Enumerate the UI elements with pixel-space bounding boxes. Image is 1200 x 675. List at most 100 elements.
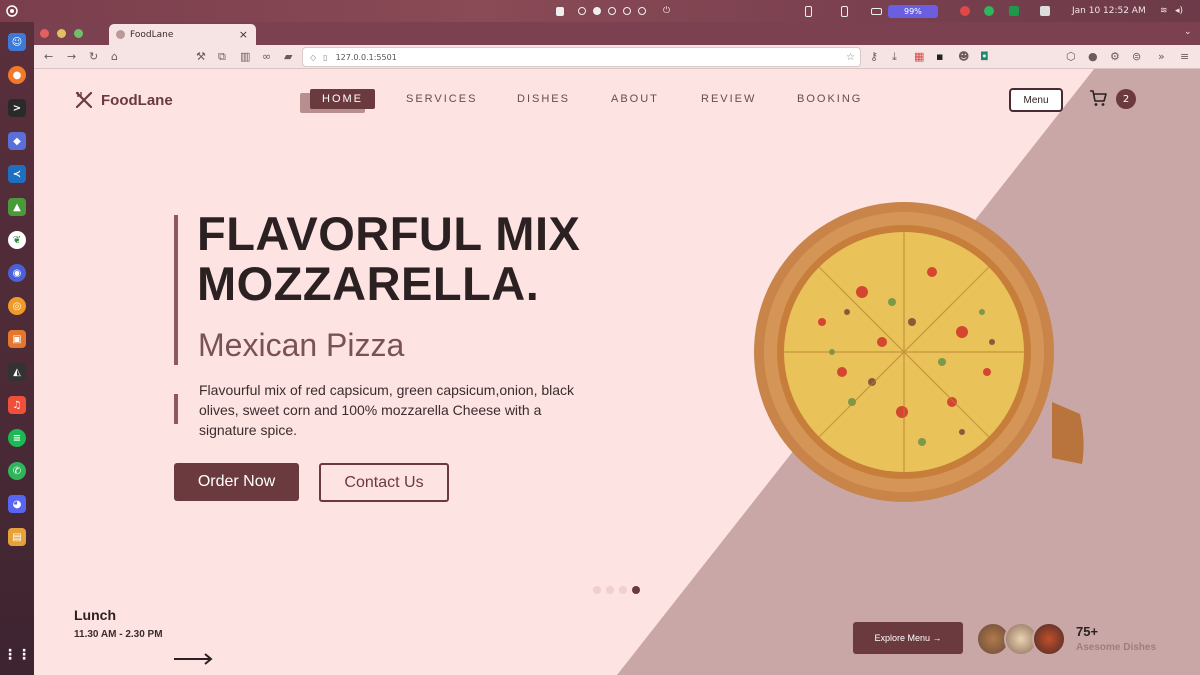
menu-button[interactable]: Menu — [1009, 88, 1063, 112]
battery-small-icon — [871, 0, 882, 22]
logo-text: FoodLane — [101, 91, 173, 109]
dish-count: 75+ — [1076, 624, 1099, 639]
hero-title-line2: MOZZARELLA. — [197, 257, 540, 310]
nav-about[interactable]: ABOUT — [611, 89, 659, 109]
minimize-window-icon[interactable] — [57, 29, 66, 38]
page-icon: ▯ — [323, 52, 328, 62]
hero-description: Flavourful mix of red capsicum, green ca… — [199, 382, 575, 438]
forward-icon[interactable]: → — [67, 50, 76, 63]
home-icon[interactable]: ⌂ — [111, 50, 118, 63]
mongodb-icon[interactable]: ❦ — [8, 231, 26, 249]
inkscape-icon[interactable]: ◭ — [8, 363, 26, 381]
blender-icon[interactable]: ◎ — [8, 297, 26, 315]
tools-icon[interactable]: ⚒ — [196, 50, 206, 63]
slider-dot[interactable] — [593, 586, 601, 594]
firefox-icon[interactable]: ● — [8, 66, 26, 84]
tab-title: FoodLane — [130, 29, 174, 40]
extension-face-icon[interactable]: ☻ — [958, 50, 969, 63]
dish-thumbnail[interactable] — [1032, 622, 1066, 656]
browser-tab-bar: FoodLane × ⌄ — [34, 22, 1200, 45]
workspace-indicator[interactable]: ⏻ — [556, 0, 670, 22]
nav-booking[interactable]: BOOKING — [797, 89, 862, 109]
vscode-icon[interactable]: ≺ — [8, 165, 26, 183]
hero-title: FLAVORFUL MIX MOZZARELLA. — [197, 209, 580, 309]
screenshot-app-icon[interactable]: ▤ — [8, 528, 26, 546]
dish-count-label: Asesome Dishes — [1076, 642, 1157, 653]
maximize-window-icon[interactable] — [74, 29, 83, 38]
webpage: FoodLane HOME SERVICES DISHES ABOUT REVI… — [34, 69, 1200, 675]
whatsapp-alt-tray-icon[interactable] — [1009, 0, 1019, 22]
tab-list-icon[interactable]: ⌄ — [1184, 27, 1192, 37]
terminal-icon[interactable]: > — [8, 99, 26, 117]
key-icon[interactable]: ⚷ — [870, 50, 878, 63]
close-window-icon[interactable] — [40, 29, 49, 38]
finder-icon[interactable]: ☺ — [8, 33, 26, 51]
address-bar[interactable]: ◇ ▯ 127.0.0.1:5501 ☆ — [302, 47, 861, 67]
extension-dark-icon[interactable]: ▪ — [936, 50, 943, 63]
browser-tab[interactable]: FoodLane × — [109, 24, 256, 45]
slider-dot[interactable] — [606, 586, 614, 594]
slider-dot-active[interactable] — [632, 586, 640, 594]
power-icon[interactable]: ⏻ — [663, 6, 670, 16]
system-logo-icon[interactable] — [6, 0, 18, 22]
nav-dishes[interactable]: DISHES — [517, 89, 570, 109]
app-grid-icon[interactable]: ⋮⋮ — [3, 646, 31, 664]
order-now-button[interactable]: Order Now — [174, 463, 299, 501]
screenshot-icon[interactable]: ⧉ — [218, 50, 226, 64]
cart-icon[interactable] — [1088, 88, 1108, 108]
shield-icon[interactable]: ◇ — [310, 53, 316, 62]
contact-us-button[interactable]: Contact Us — [319, 463, 449, 502]
tablet-icon[interactable] — [841, 0, 848, 22]
url-text[interactable]: 127.0.0.1:5501 — [336, 53, 397, 62]
arrow-right-icon[interactable] — [174, 649, 214, 669]
title-accent-bar — [174, 215, 178, 365]
back-icon[interactable]: ← — [44, 50, 53, 63]
pizza-image — [754, 202, 1084, 502]
shield-app-icon[interactable]: ◆ — [8, 132, 26, 150]
spotify-icon[interactable]: ≡ — [8, 429, 26, 447]
package-icon[interactable]: ▣ — [8, 330, 26, 348]
mask-icon[interactable]: ∞ — [262, 50, 271, 63]
reader-icon[interactable]: ▰ — [284, 50, 292, 63]
nav-home[interactable]: HOME — [310, 89, 375, 109]
meal-time: 11.30 AM - 2.30 PM — [74, 629, 163, 640]
sync-icon[interactable]: ⊜ — [1132, 50, 1141, 63]
settings-icon[interactable]: ⚙ — [1110, 50, 1120, 63]
browser-app-icon[interactable]: ◉ — [8, 264, 26, 282]
reload-icon[interactable]: ↻ — [89, 50, 98, 63]
phone-icon[interactable] — [805, 0, 812, 22]
download-icon[interactable]: ⤓ — [892, 50, 897, 64]
browser-toolbar: ← → ↻ ⌂ ⚒ ⧉ ▥ ∞ ▰ ◇ ▯ 127.0.0.1:5501 ☆ ⚷… — [34, 45, 1200, 69]
favicon-icon — [116, 30, 125, 39]
profile-icon[interactable]: ● — [1088, 50, 1098, 63]
music-icon[interactable]: ♫ — [8, 396, 26, 414]
explore-menu-button[interactable]: Explore Menu → — [853, 622, 963, 654]
android-studio-icon[interactable]: ▲ — [8, 198, 26, 216]
battery-indicator[interactable]: 99% — [888, 0, 938, 22]
nav-review[interactable]: REVIEW — [701, 89, 756, 109]
system-time[interactable]: 12:52 AM — [1103, 0, 1146, 22]
overflow-chevron-icon[interactable]: » — [1158, 50, 1165, 63]
extension-green-icon[interactable]: ◘ — [980, 50, 989, 63]
slider-dots — [593, 586, 645, 594]
cart-count-badge[interactable]: 2 — [1116, 89, 1136, 109]
display-tray-icon[interactable] — [1040, 0, 1050, 22]
system-date[interactable]: Jan 10 — [1072, 0, 1100, 22]
site-logo[interactable]: FoodLane — [74, 90, 173, 110]
whatsapp-tray-icon[interactable] — [984, 0, 994, 22]
slider-dot[interactable] — [619, 586, 627, 594]
hero-title-line1: FLAVORFUL MIX — [197, 207, 581, 260]
wifi-icon[interactable]: ≋ — [1160, 0, 1168, 22]
record-icon[interactable] — [960, 0, 970, 22]
sidebar-icon[interactable]: ▥ — [240, 50, 250, 63]
whatsapp-icon[interactable]: ✆ — [8, 462, 26, 480]
bookmark-star-icon[interactable]: ☆ — [846, 52, 855, 63]
close-tab-icon[interactable]: × — [239, 28, 248, 41]
hamburger-menu-icon[interactable]: ≡ — [1180, 50, 1189, 63]
color-grid-extension-icon[interactable]: ▦ — [914, 50, 924, 63]
extensions-icon[interactable]: ⬡ — [1066, 50, 1076, 63]
nav-services[interactable]: SERVICES — [406, 89, 477, 109]
volume-icon[interactable]: ◂) — [1175, 0, 1183, 22]
discord-icon[interactable]: ◕ — [8, 495, 26, 513]
app-dock: ☺ ● > ◆ ≺ ▲ ❦ ◉ ◎ ▣ ◭ ♫ ≡ ✆ ◕ ▤ ⋮⋮ — [0, 22, 34, 675]
